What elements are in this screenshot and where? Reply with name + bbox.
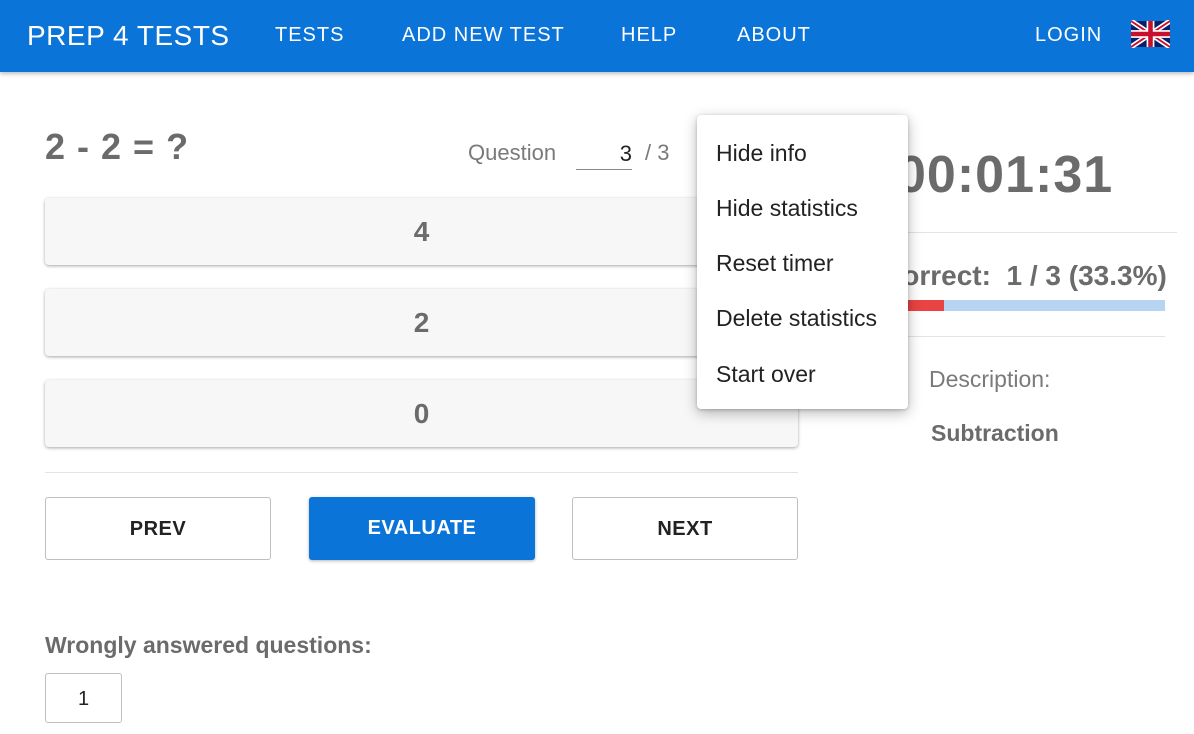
- nav-add-new-test[interactable]: ADD NEW TEST: [402, 24, 565, 47]
- answer-option[interactable]: 4: [45, 198, 798, 265]
- evaluate-button[interactable]: EVALUATE: [309, 497, 535, 560]
- question-counter-label: Question: [468, 140, 557, 165]
- question-text: 2 - 2 = ?: [45, 126, 190, 167]
- nav-login[interactable]: LOGIN: [1035, 24, 1102, 47]
- top-app-bar: PREP 4 TESTS TESTS ADD NEW TEST HELP ABO…: [0, 0, 1194, 72]
- wrong-answers-label: Wrongly answered questions:: [45, 632, 372, 658]
- brand-logo-text[interactable]: PREP 4 TESTS: [27, 20, 230, 52]
- menu-item-reset-timer[interactable]: Reset timer: [716, 250, 834, 277]
- prev-button[interactable]: PREV: [45, 497, 271, 560]
- correct-progress-bar: [905, 300, 1165, 311]
- options-menu: Hide info Hide statistics Reset timer De…: [697, 115, 908, 409]
- question-total: / 3: [645, 140, 670, 165]
- nav-help[interactable]: HELP: [621, 24, 677, 47]
- uk-flag-icon[interactable]: [1131, 20, 1170, 48]
- answer-option[interactable]: 2: [45, 289, 798, 356]
- timer-display: 00:01:31: [897, 146, 1114, 204]
- menu-item-start-over[interactable]: Start over: [716, 361, 816, 388]
- answer-option[interactable]: 0: [45, 380, 798, 447]
- correct-stats: Correct: 1 / 3 (33.3%): [882, 260, 1167, 292]
- menu-item-hide-info[interactable]: Hide info: [716, 140, 807, 167]
- question-number-input[interactable]: [576, 139, 632, 170]
- divider: [897, 232, 1177, 233]
- correct-value: 1 / 3 (33.3%): [1006, 260, 1167, 291]
- menu-item-delete-statistics[interactable]: Delete statistics: [716, 305, 877, 332]
- divider: [905, 336, 1165, 337]
- description-label: Description:: [929, 366, 1051, 392]
- next-button[interactable]: NEXT: [572, 497, 798, 560]
- menu-item-hide-statistics[interactable]: Hide statistics: [716, 195, 858, 222]
- nav-about[interactable]: ABOUT: [737, 24, 811, 47]
- divider: [45, 472, 798, 473]
- correct-progress-fill: [905, 300, 944, 311]
- wrong-question-chip[interactable]: 1: [45, 673, 122, 723]
- description-value: Subtraction: [931, 420, 1059, 446]
- nav-tests[interactable]: TESTS: [275, 24, 344, 47]
